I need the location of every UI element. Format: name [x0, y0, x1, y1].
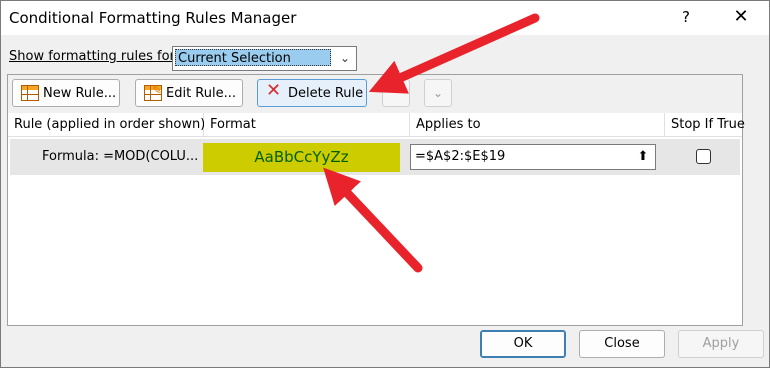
edit-rule-icon: ✎ — [144, 83, 163, 101]
delete-rule-label: Delete Rule — [288, 85, 364, 101]
column-header-format[interactable]: Format — [204, 113, 410, 137]
close-icon[interactable]: ✕ — [721, 4, 761, 30]
move-down-button[interactable]: ⌄ — [424, 79, 452, 107]
help-button[interactable]: ? — [673, 4, 699, 30]
show-rules-selected-value: Current Selection — [175, 49, 331, 66]
chevron-down-icon[interactable]: ⌄ — [335, 47, 355, 70]
applies-to-value: =$A$2:$E$19 — [415, 149, 506, 164]
table-row[interactable]: Formula: =MOD(COLU... AaBbCcYyZz =$A$2:$… — [10, 139, 740, 175]
new-rule-label: New Rule... — [43, 85, 117, 101]
delete-rule-icon: ✕ — [266, 81, 284, 101]
show-rules-dropdown[interactable]: Current Selection ⌄ — [172, 46, 357, 71]
dialog-title: Conditional Formatting Rules Manager — [9, 9, 297, 27]
title-bar: Conditional Formatting Rules Manager ? ✕ — [1, 1, 769, 35]
column-header-applies-to[interactable]: Applies to — [410, 113, 665, 137]
column-header-rule[interactable]: Rule (applied in order shown) — [8, 113, 205, 137]
delete-rule-button[interactable]: ✕ Delete Rule — [257, 79, 367, 107]
apply-button[interactable]: Apply — [678, 330, 764, 358]
show-rules-label: Show formatting rules for: — [9, 49, 179, 64]
format-preview: AaBbCcYyZz — [203, 143, 400, 172]
new-rule-button[interactable]: New Rule... — [12, 79, 120, 107]
close-button[interactable]: Close — [579, 330, 665, 358]
table-grid-icon — [21, 85, 39, 101]
pencil-icon: ✎ — [152, 83, 163, 97]
rules-toolbar: New Rule... ✎ Edit Rule... ✕ Delete Rule… — [8, 75, 742, 113]
edit-rule-label: Edit Rule... — [166, 85, 237, 101]
move-up-button[interactable]: ⌃ — [382, 79, 410, 107]
ok-button[interactable]: OK — [480, 330, 566, 358]
rules-panel: New Rule... ✎ Edit Rule... ✕ Delete Rule… — [7, 74, 745, 326]
rule-description: Formula: =MOD(COLU... — [42, 149, 199, 164]
column-header-stop-if-true[interactable]: Stop If True — [665, 113, 745, 137]
collapse-dialog-icon[interactable]: ⬆ — [632, 146, 654, 168]
new-rule-icon — [21, 85, 39, 101]
applies-to-field[interactable]: =$A$2:$E$19 ⬆ — [410, 144, 656, 170]
stop-if-true-checkbox[interactable] — [696, 149, 711, 164]
show-rules-label-text: Show formatting rules for: — [9, 49, 180, 64]
edit-rule-button[interactable]: ✎ Edit Rule... — [135, 79, 243, 107]
conditional-formatting-dialog: Conditional Formatting Rules Manager ? ✕… — [0, 0, 770, 368]
red-x-icon: ✕ — [266, 80, 282, 101]
